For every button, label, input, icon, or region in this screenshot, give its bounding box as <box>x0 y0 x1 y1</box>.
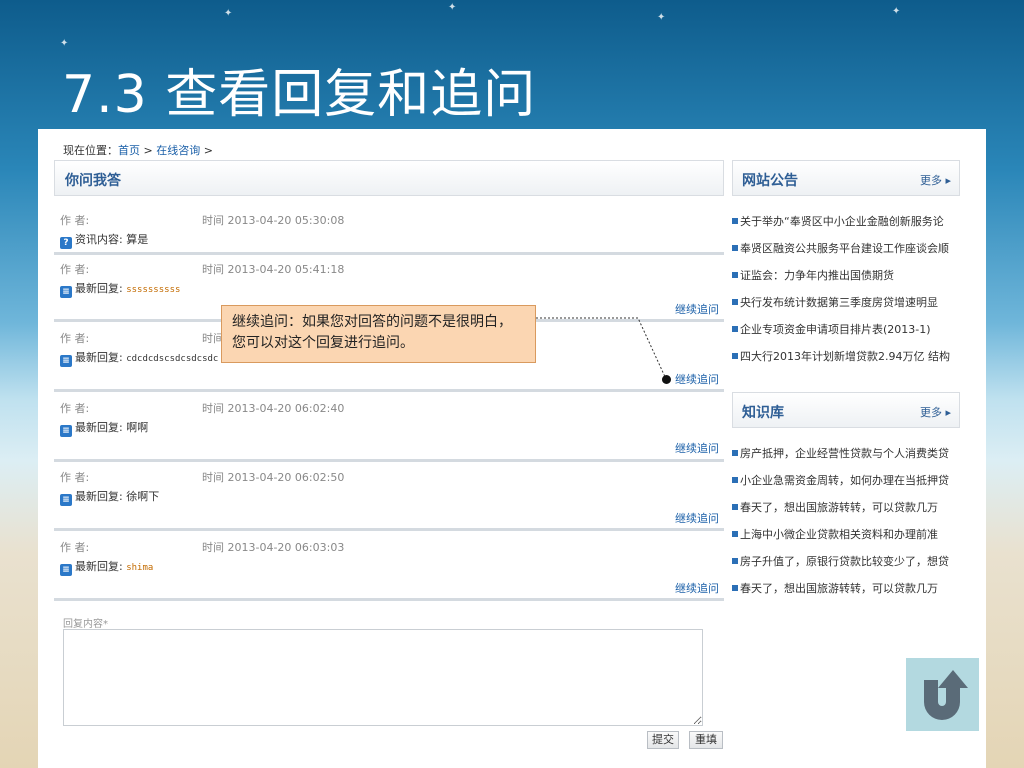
bullet-square-icon <box>732 450 738 456</box>
follow-up-link[interactable]: 继续追问 <box>675 510 719 526</box>
reply-icon: ≡ <box>60 286 72 298</box>
submit-button[interactable]: 提交 <box>647 731 679 749</box>
knowledge-title: 知识库 <box>742 405 784 421</box>
reply-label: 回复内容* <box>63 619 108 630</box>
qa-entry: 作 者: 时间 2013-04-20 05:30:08 ? 资讯内容: 算是 <box>54 212 724 262</box>
author-label: 作 者: <box>60 332 90 345</box>
reply-icon: ≡ <box>60 564 72 576</box>
entry-divider <box>54 252 724 255</box>
entry-value: 徐啊下 <box>126 490 160 503</box>
main-section-title: 你问我答 <box>65 173 121 189</box>
reply-icon: ≡ <box>60 355 72 367</box>
star-decoration: ✦ <box>448 2 457 13</box>
notice-header: 网站公告 更多 ▸ <box>732 160 960 196</box>
bullet-square-icon <box>732 531 738 537</box>
star-decoration: ✦ <box>657 12 666 23</box>
breadcrumb-prefix: 现在位置： <box>63 144 118 157</box>
star-decoration: ✦ <box>224 8 233 19</box>
web-page-panel: 现在位置：首页 > 在线咨询 > 你问我答 作 者: 时间 2013-04-20… <box>38 129 986 768</box>
entry-divider <box>54 528 724 531</box>
author-label: 作 者: <box>60 541 90 554</box>
reset-button[interactable]: 重填 <box>689 731 723 749</box>
author-label: 作 者: <box>60 263 90 276</box>
entry-time: 时间 2013-04-20 05:30:08 <box>202 214 345 227</box>
entry-value: 算是 <box>126 233 149 246</box>
bullet-square-icon <box>732 585 738 591</box>
breadcrumb-section-link[interactable]: 在线咨询 <box>156 144 200 157</box>
breadcrumb-separator: > <box>200 144 213 157</box>
reply-icon: ≡ <box>60 494 72 506</box>
bullet-square-icon <box>732 558 738 564</box>
entry-label: 资讯内容: <box>75 233 123 246</box>
knowledge-item[interactable]: 春天了，想出国旅游转转，可以贷款几万 <box>732 501 972 528</box>
breadcrumb-separator: > <box>140 144 157 157</box>
entry-label: 最新回复: <box>75 560 123 573</box>
breadcrumb: 现在位置：首页 > 在线咨询 > <box>63 142 213 158</box>
entry-label: 最新回复: <box>75 421 123 434</box>
qa-entry: 作 者: 时间 2013-04-20 06:03:03 ≡ 最新回复: shima… <box>54 539 724 609</box>
entry-value: ssssssssss <box>126 285 181 295</box>
return-arrow-icon <box>924 670 968 720</box>
slide-title: 7.3 查看回复和追问 <box>62 65 537 125</box>
notice-title: 网站公告 <box>742 173 798 189</box>
question-icon: ? <box>60 237 72 249</box>
breadcrumb-home-link[interactable]: 首页 <box>118 144 140 157</box>
knowledge-list: 房产抵押，企业经营性贷款与个人消费类贷 小企业急需资金周转，如何办理在当抵押贷 … <box>732 447 972 609</box>
knowledge-item[interactable]: 小企业急需资金周转，如何办理在当抵押贷 <box>732 474 972 501</box>
notice-item[interactable]: 关于举办“奉贤区中小企业金融创新服务论 <box>732 215 972 242</box>
reply-textarea[interactable] <box>63 629 703 726</box>
entry-time: 时间 2013-04-20 05:41:18 <box>202 263 345 276</box>
follow-up-callout: 继续追问：如果您对回答的问题不是很明白，您可以对这个回复进行追问。 <box>221 305 536 363</box>
entry-value: cdcdcdscsdcsdcsdc <box>126 354 219 364</box>
knowledge-more-link[interactable]: 更多 ▸ <box>920 404 951 420</box>
entry-value: shima <box>126 563 154 573</box>
bullet-square-icon <box>732 245 738 251</box>
author-label: 作 者: <box>60 402 90 415</box>
follow-up-link[interactable]: 继续追问 <box>675 371 719 387</box>
bullet-square-icon <box>732 272 738 278</box>
notice-item[interactable]: 企业专项资金申请项目排片表(2013-1) <box>732 323 972 350</box>
star-decoration: ✦ <box>60 38 69 49</box>
back-button[interactable] <box>906 658 979 731</box>
star-decoration: ✦ <box>892 6 901 17</box>
entry-divider <box>54 459 724 462</box>
knowledge-item[interactable]: 房子升值了，原银行贷款比较变少了，想贷 <box>732 555 972 582</box>
follow-up-link[interactable]: 继续追问 <box>675 301 719 317</box>
author-label: 作 者: <box>60 214 90 227</box>
entry-label: 最新回复: <box>75 351 123 364</box>
follow-up-link[interactable]: 继续追问 <box>675 580 719 596</box>
notice-more-link[interactable]: 更多 ▸ <box>920 172 951 188</box>
notice-list: 关于举办“奉贤区中小企业金融创新服务论 奉贤区融资公共服务平台建设工作座谈会顺 … <box>732 215 972 377</box>
bullet-square-icon <box>732 326 738 332</box>
knowledge-item[interactable]: 房产抵押，企业经营性贷款与个人消费类贷 <box>732 447 972 474</box>
qa-entry: 作 者: 时间 2013-04-20 06:02:40 ≡ 最新回复: 啊啊 继续… <box>54 400 724 470</box>
knowledge-header: 知识库 更多 ▸ <box>732 392 960 428</box>
callout-pointer-dot <box>662 375 671 384</box>
entry-value: 啊啊 <box>126 421 149 434</box>
author-label: 作 者: <box>60 471 90 484</box>
bullet-square-icon <box>732 353 738 359</box>
bullet-square-icon <box>732 218 738 224</box>
entry-time: 时间 2013-04-20 06:03:03 <box>202 541 345 554</box>
bullet-square-icon <box>732 504 738 510</box>
entry-time: 时间 2013-04-20 06:02:40 <box>202 402 345 415</box>
qa-entry: 作 者: 时间 2013-04-20 06:02:50 ≡ 最新回复: 徐啊下 继… <box>54 469 724 539</box>
entry-label: 最新回复: <box>75 490 123 503</box>
knowledge-item[interactable]: 春天了，想出国旅游转转，可以贷款几万 <box>732 582 972 609</box>
entry-divider <box>54 598 724 601</box>
notice-item[interactable]: 证监会：力争年内推出国债期货 <box>732 269 972 296</box>
main-section-header: 你问我答 <box>54 160 724 196</box>
notice-item[interactable]: 奉贤区融资公共服务平台建设工作座谈会顺 <box>732 242 972 269</box>
bullet-square-icon <box>732 299 738 305</box>
bullet-square-icon <box>732 477 738 483</box>
entry-label: 最新回复: <box>75 282 123 295</box>
entry-time: 时间 2013-04-20 06:02:50 <box>202 471 345 484</box>
notice-item[interactable]: 四大行2013年计划新增贷款2.94万亿 结构 <box>732 350 972 377</box>
knowledge-item[interactable]: 上海中小微企业贷款相关资料和办理前准 <box>732 528 972 555</box>
entry-divider <box>54 389 724 392</box>
follow-up-link[interactable]: 继续追问 <box>675 440 719 456</box>
notice-item[interactable]: 央行发布统计数据第三季度房贷增速明显 <box>732 296 972 323</box>
reply-icon: ≡ <box>60 425 72 437</box>
